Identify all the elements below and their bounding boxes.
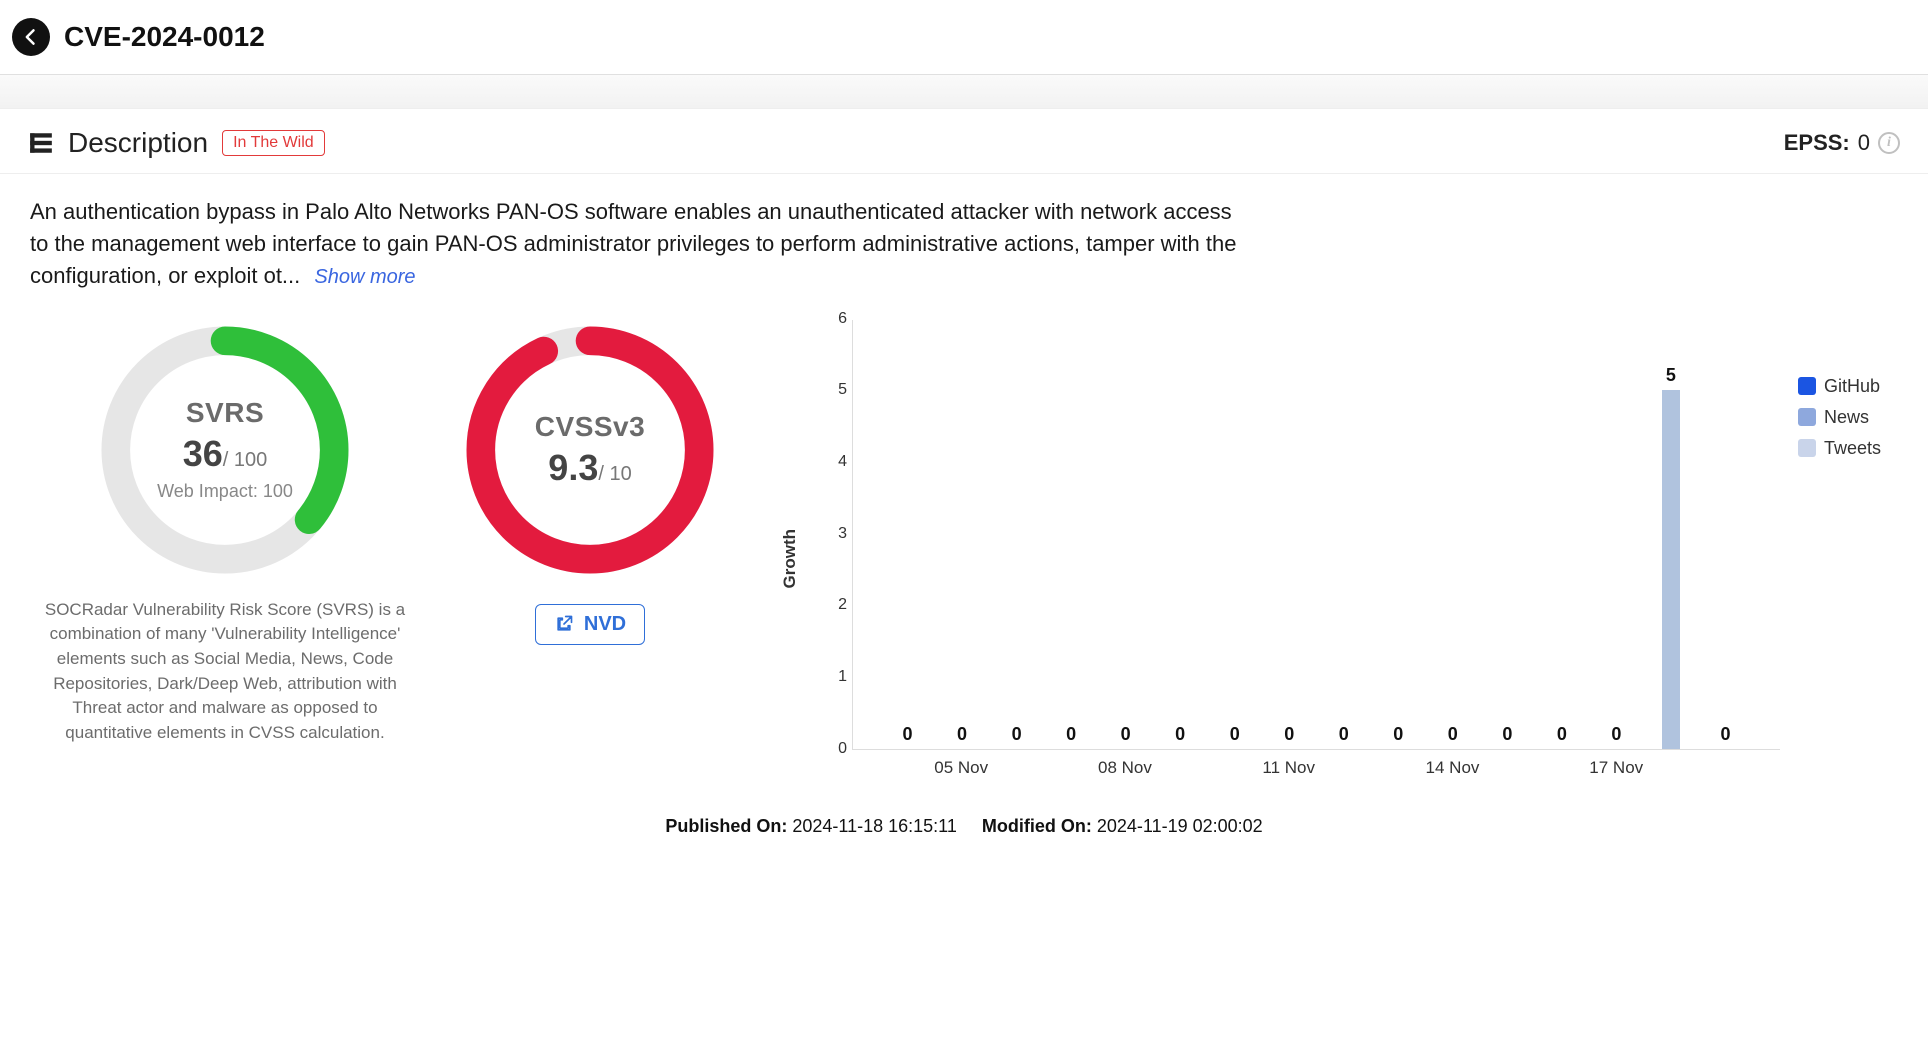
ytick: 6 <box>823 310 847 328</box>
cvss-column: CVSSv3 9.3/ 10 NVD <box>460 320 720 645</box>
svrs-gauge: SVRS 36/ 100 Web Impact: 100 <box>95 320 355 580</box>
legend-item[interactable]: Tweets <box>1798 438 1898 459</box>
legend-label: GitHub <box>1824 376 1880 397</box>
metrics-row: SVRS 36/ 100 Web Impact: 100 SOCRadar Vu… <box>0 302 1928 798</box>
section-header-left: Description In The Wild <box>28 127 325 159</box>
chart-value-label: 0 <box>1066 724 1076 745</box>
cvss-value: 9.3/ 10 <box>548 447 631 489</box>
list-icon <box>28 130 54 156</box>
svrs-column: SVRS 36/ 100 Web Impact: 100 SOCRadar Vu… <box>30 320 420 746</box>
epss-value: 0 <box>1858 130 1870 156</box>
growth-chart: 01234560000000000000050 05 Nov08 Nov11 N… <box>818 320 1780 798</box>
chart-value-label: 0 <box>1448 724 1458 745</box>
legend-item[interactable]: News <box>1798 407 1898 428</box>
nvd-button[interactable]: NVD <box>535 604 645 645</box>
arrow-left-icon <box>21 27 41 47</box>
xtick: 14 Nov <box>1426 758 1480 778</box>
legend-label: Tweets <box>1824 438 1881 459</box>
svrs-caption: SOCRadar Vulnerability Risk Score (SVRS)… <box>30 598 420 746</box>
ytick: 2 <box>823 596 847 614</box>
chart-legend: GitHub News Tweets <box>1798 320 1898 798</box>
ytick: 4 <box>823 453 847 471</box>
chart-ylabel: Growth <box>780 529 800 589</box>
chart-value-label: 0 <box>1012 724 1022 745</box>
page-title: CVE-2024-0012 <box>64 21 265 53</box>
top-bar: CVE-2024-0012 <box>0 0 1928 75</box>
svrs-sub: Web Impact: 100 <box>157 481 293 502</box>
ytick: 3 <box>823 525 847 543</box>
legend-swatch <box>1798 408 1816 426</box>
legend-swatch <box>1798 377 1816 395</box>
cvss-gauge: CVSSv3 9.3/ 10 <box>460 320 720 580</box>
epss-label: EPSS: <box>1784 130 1850 156</box>
cvss-name: CVSSv3 <box>535 411 645 443</box>
chart-value-label: 0 <box>1230 724 1240 745</box>
status-badge: In The Wild <box>222 130 325 156</box>
footer-dates: Published On: 2024-11-18 16:15:11 Modifi… <box>0 798 1928 845</box>
xtick: 11 Nov <box>1262 758 1315 778</box>
chart-value-label: 0 <box>903 724 913 745</box>
legend-swatch <box>1798 439 1816 457</box>
nvd-label: NVD <box>584 613 626 636</box>
ytick: 1 <box>823 668 847 686</box>
chart-value-label: 0 <box>1284 724 1294 745</box>
chart-bar <box>1662 390 1680 748</box>
svrs-value: 36/ 100 <box>183 433 268 475</box>
legend-item[interactable]: GitHub <box>1798 376 1898 397</box>
legend-label: News <box>1824 407 1869 428</box>
svrs-name: SVRS <box>186 397 264 429</box>
growth-chart-column: Growth 01234560000000000000050 05 Nov08 … <box>760 320 1898 798</box>
chart-value-label: 0 <box>1502 724 1512 745</box>
ytick: 0 <box>823 740 847 758</box>
modified-value: 2024-11-19 02:00:02 <box>1097 816 1263 836</box>
chart-value-label: 0 <box>1611 724 1621 745</box>
chart-value-label: 0 <box>1393 724 1403 745</box>
description-text: An authentication bypass in Palo Alto Ne… <box>30 199 1236 288</box>
chart-value-label: 0 <box>1720 724 1730 745</box>
description-block: An authentication bypass in Palo Alto Ne… <box>0 174 1280 302</box>
chart-value-label: 0 <box>1339 724 1349 745</box>
section-title: Description <box>68 127 208 159</box>
chart-value-label: 0 <box>1175 724 1185 745</box>
xtick: 08 Nov <box>1098 758 1152 778</box>
section-header: Description In The Wild EPSS: 0 i <box>0 109 1928 174</box>
modified-label: Modified On: <box>982 816 1092 836</box>
chart-value-label: 0 <box>1121 724 1131 745</box>
header-spacer <box>0 75 1928 109</box>
chart-value-label: 0 <box>957 724 967 745</box>
external-link-icon <box>554 614 574 634</box>
show-more-link[interactable]: Show more <box>314 266 415 288</box>
chart-value-label: 0 <box>1557 724 1567 745</box>
chart-value-label: 5 <box>1666 365 1676 386</box>
section-header-right: EPSS: 0 i <box>1784 130 1900 156</box>
back-button[interactable] <box>12 18 50 56</box>
published-label: Published On: <box>665 816 787 836</box>
ytick: 5 <box>823 381 847 399</box>
xtick: 05 Nov <box>934 758 988 778</box>
xtick: 17 Nov <box>1589 758 1643 778</box>
published-value: 2024-11-18 16:15:11 <box>792 816 956 836</box>
info-icon[interactable]: i <box>1878 132 1900 154</box>
